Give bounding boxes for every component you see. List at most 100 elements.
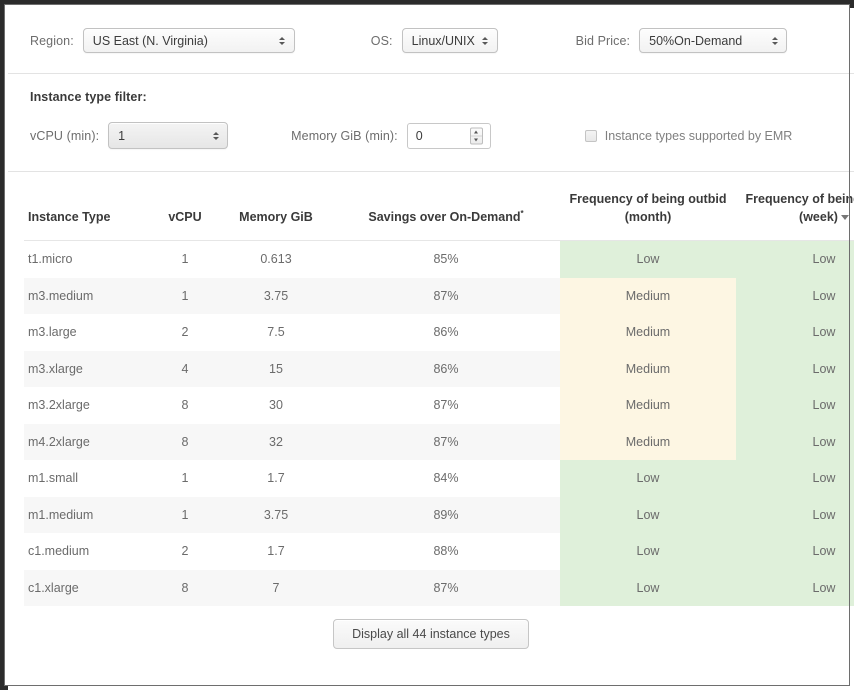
vcpu-min-select-value: 1 <box>118 128 126 143</box>
cell-memory: 1.7 <box>220 533 332 570</box>
cell-freq-week: Low <box>736 569 854 607</box>
cell-vcpu: 2 <box>150 314 220 351</box>
instance-type-filter-section: Instance type filter: vCPU (min): 1 Memo… <box>8 74 854 172</box>
cell-freq-month: Low <box>560 569 736 607</box>
column-header-instance-type[interactable]: Instance Type <box>24 172 150 242</box>
emr-checkbox-row[interactable]: Instance types supported by EMR <box>584 128 793 143</box>
bid-price-select-value: 50%On-Demand <box>649 33 743 48</box>
column-header-savings-text: Savings over On-Demand <box>368 210 521 225</box>
bid-price-label: Bid Price: <box>575 33 631 48</box>
cell-instance-type: c1.xlarge <box>24 569 150 607</box>
cell-savings: 86% <box>332 314 560 351</box>
cell-freq-month: Medium <box>560 387 736 424</box>
memory-min-label: Memory GiB (min): <box>291 128 398 143</box>
top-filter-bar: Region: US East (N. Virginia) OS: Linux/… <box>8 8 854 74</box>
stepper-down[interactable] <box>470 135 482 143</box>
emr-checkbox[interactable] <box>584 129 597 142</box>
table-row: m3.medium 1 3.75 87% Medium Low <box>24 277 854 315</box>
cell-instance-type: m4.2xlarge <box>24 423 150 461</box>
cell-freq-week: Low <box>736 496 854 534</box>
cell-vcpu: 1 <box>150 277 220 315</box>
footnote-marker: * <box>520 208 524 218</box>
cell-savings: 86% <box>332 350 560 388</box>
table-row: m1.small 1 1.7 84% Low Low <box>24 460 854 497</box>
cell-memory: 1.7 <box>220 460 332 497</box>
instance-table: Instance Type vCPU Memory GiB Savings ov… <box>24 172 854 607</box>
cell-savings: 87% <box>332 423 560 461</box>
cell-freq-week: Low <box>736 387 854 424</box>
cell-freq-week: Low <box>736 423 854 461</box>
cell-savings: 87% <box>332 387 560 424</box>
instance-table-head: Instance Type vCPU Memory GiB Savings ov… <box>24 172 854 242</box>
region-select-value: US East (N. Virginia) <box>92 33 208 48</box>
cell-savings: 87% <box>332 569 560 607</box>
cell-instance-type: m3.large <box>24 314 150 351</box>
stepper-up[interactable] <box>471 128 482 135</box>
memory-min-input[interactable]: 0 <box>406 122 491 149</box>
cell-vcpu: 2 <box>150 533 220 570</box>
cell-instance-type: m1.medium <box>24 496 150 534</box>
display-all-instance-types-button[interactable]: Display all 44 instance types <box>333 619 529 650</box>
cell-vcpu: 8 <box>150 387 220 424</box>
cell-vcpu: 1 <box>150 460 220 497</box>
cell-vcpu: 8 <box>150 423 220 461</box>
cell-freq-month: Medium <box>560 350 736 388</box>
cell-freq-week: Low <box>736 240 854 278</box>
column-header-vcpu[interactable]: vCPU <box>150 172 220 242</box>
instance-type-filter-title: Instance type filter: <box>30 90 147 104</box>
os-label: OS: <box>370 33 393 48</box>
vcpu-min-label: vCPU (min): <box>30 128 100 143</box>
cell-freq-week: Low <box>736 314 854 351</box>
column-header-freq-week-text: Frequency of being outbid (week) <box>745 192 854 225</box>
cell-instance-type: c1.medium <box>24 533 150 570</box>
chevron-updown-icon <box>771 35 778 47</box>
cell-savings: 87% <box>332 277 560 315</box>
table-row: m3.xlarge 4 15 86% Medium Low <box>24 350 854 388</box>
column-header-savings[interactable]: Savings over On-Demand* <box>332 172 560 242</box>
cell-freq-month: Low <box>560 460 736 497</box>
cell-savings: 84% <box>332 460 560 497</box>
cell-freq-month: Low <box>560 533 736 570</box>
cell-instance-type: t1.micro <box>24 240 150 278</box>
cell-freq-week: Low <box>736 277 854 315</box>
chevron-updown-icon <box>212 130 219 142</box>
cell-instance-type: m3.medium <box>24 277 150 315</box>
cell-memory: 3.75 <box>220 496 332 534</box>
cell-memory: 7.5 <box>220 314 332 351</box>
os-select-value: Linux/UNIX <box>411 33 475 48</box>
cell-memory: 0.613 <box>220 240 332 278</box>
cell-vcpu: 4 <box>150 350 220 388</box>
cell-freq-month: Medium <box>560 314 736 351</box>
column-header-freq-week[interactable]: Frequency of being outbid (week) <box>736 172 854 242</box>
instance-table-body: t1.micro 1 0.613 85% Low Low m3.medium 1 3.75 87%… <box>24 240 854 607</box>
bid-price-select[interactable]: 50%On-Demand <box>639 28 788 53</box>
cell-freq-week: Low <box>736 533 854 570</box>
column-header-freq-month[interactable]: Frequency of being outbid (month) <box>560 172 736 242</box>
cell-vcpu: 1 <box>150 240 220 278</box>
table-row: m4.2xlarge 8 32 87% Medium Low <box>24 423 854 461</box>
table-footer: Display all 44 instance types <box>8 606 854 650</box>
cell-freq-week: Low <box>736 460 854 497</box>
cell-savings: 85% <box>332 240 560 278</box>
cell-memory: 32 <box>220 423 332 461</box>
cell-instance-type: m3.xlarge <box>24 350 150 388</box>
cell-memory: 7 <box>220 569 332 607</box>
table-row: m3.large 2 7.5 86% Medium Low <box>24 314 854 351</box>
vcpu-min-select[interactable]: 1 <box>108 122 229 149</box>
instance-table-wrap: Instance Type vCPU Memory GiB Savings ov… <box>8 172 854 607</box>
cell-freq-month: Medium <box>560 277 736 315</box>
emr-checkbox-label: Instance types supported by EMR <box>604 128 793 143</box>
stepper-icon[interactable] <box>469 127 483 144</box>
table-row: t1.micro 1 0.613 85% Low Low <box>24 240 854 278</box>
cell-instance-type: m3.2xlarge <box>24 387 150 424</box>
os-select[interactable]: Linux/UNIX <box>401 28 498 53</box>
cell-savings: 89% <box>332 496 560 534</box>
region-label: Region: <box>30 33 74 48</box>
column-header-memory[interactable]: Memory GiB <box>220 172 332 242</box>
cell-instance-type: m1.small <box>24 460 150 497</box>
region-select[interactable]: US East (N. Virginia) <box>82 28 295 53</box>
sort-descending-icon <box>840 215 849 221</box>
table-row: c1.medium 2 1.7 88% Low Low <box>24 533 854 570</box>
table-header-row: Instance Type vCPU Memory GiB Savings ov… <box>24 172 854 242</box>
cell-freq-month: Low <box>560 240 736 278</box>
